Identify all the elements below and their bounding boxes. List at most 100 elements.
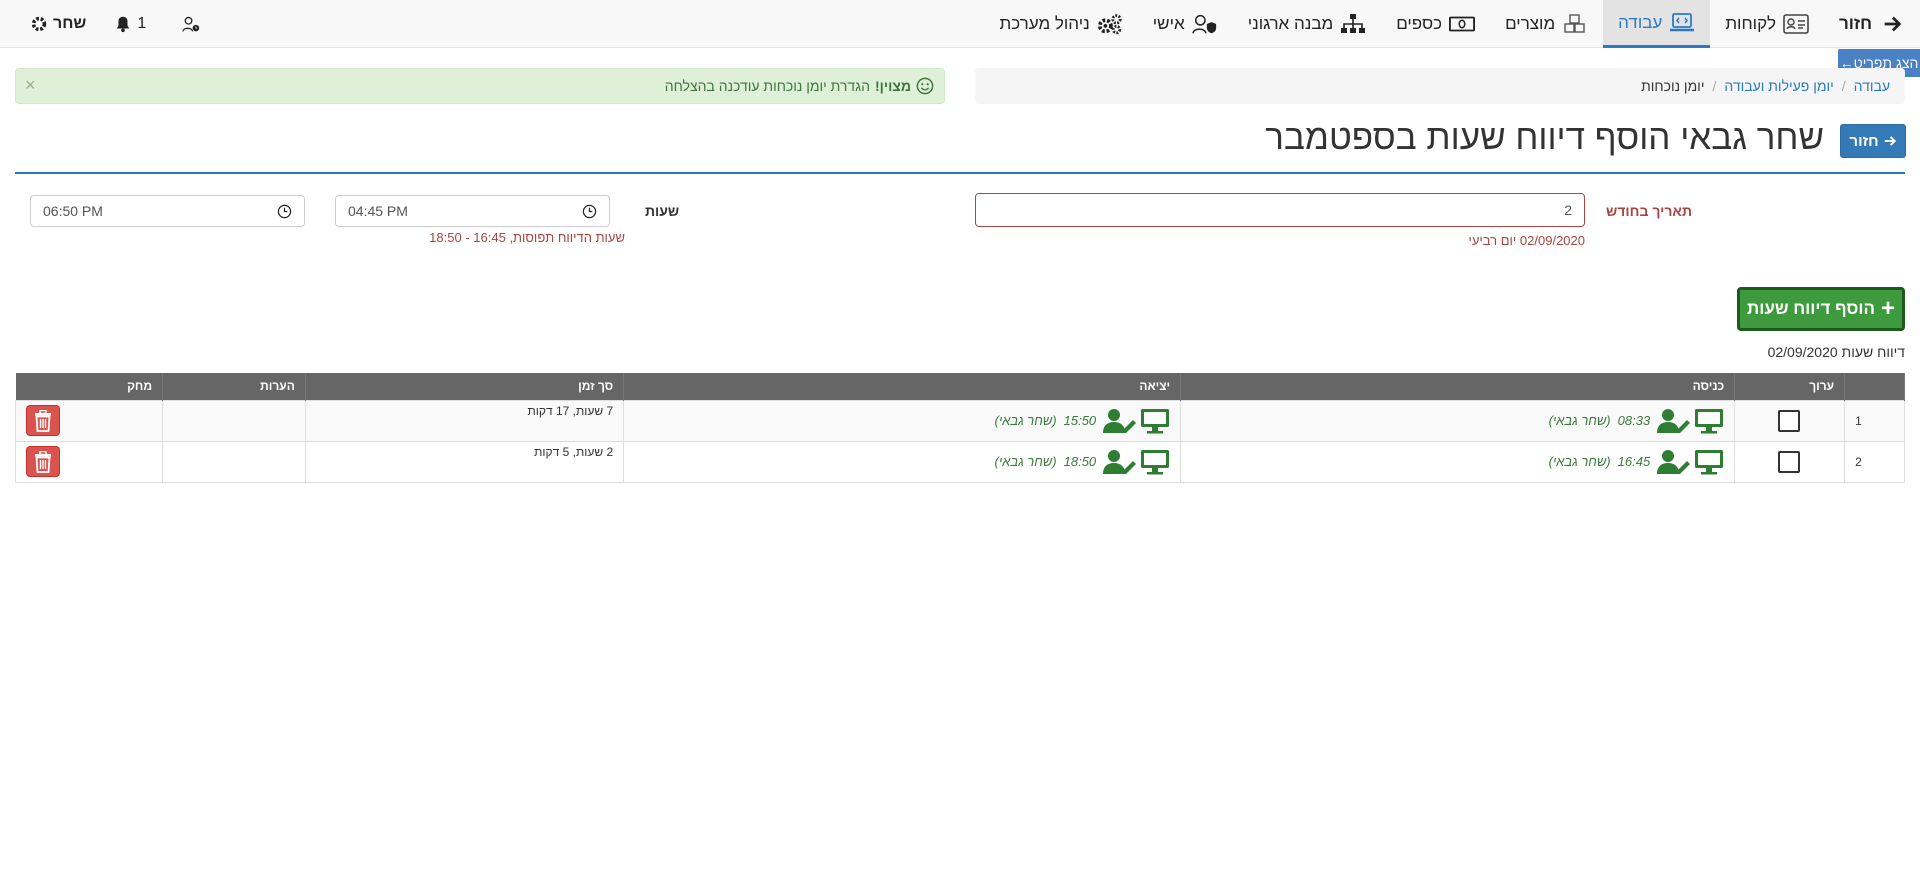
bell-icon — [117, 16, 130, 33]
total-cell: 7 שעות, 17 דקות — [304, 399, 625, 442]
gear-icon — [31, 16, 47, 32]
header-number — [1844, 373, 1905, 400]
nav-item-products[interactable]: מוצרים — [1490, 0, 1603, 48]
arrow-right-icon — [1884, 136, 1896, 146]
alert-close-button[interactable]: × — [25, 76, 36, 94]
nav-back-link[interactable]: חזור — [1824, 0, 1920, 48]
row-select-checkbox[interactable] — [1778, 409, 1801, 432]
clock-icon — [277, 204, 292, 218]
breadcrumb-separator: / — [1841, 78, 1846, 94]
user-edit-icon — [1103, 449, 1137, 474]
nav-item-org-structure[interactable]: מבנה ארגוני — [1233, 0, 1382, 48]
nav-item-customers[interactable]: לקוחות — [1710, 0, 1824, 48]
user-edit-icon — [1657, 408, 1691, 433]
add-button-label: הוסף דיווח שעות — [1747, 299, 1875, 318]
title-divider — [15, 172, 1905, 174]
delete-button[interactable] — [26, 405, 61, 436]
breadcrumb: עבודה / יומן פעילות ועבודה / יומן נוכחות — [975, 68, 1905, 104]
user-status-button[interactable] — [182, 15, 200, 33]
punch-out-user: (שחר גבאי) — [994, 454, 1057, 469]
header-total: סך זמן — [305, 373, 625, 400]
desktop-icon — [1141, 449, 1170, 474]
time-from-input[interactable]: 04:45 PM — [335, 195, 610, 227]
back-button[interactable]: חזור — [1840, 124, 1906, 158]
time-to-input[interactable]: 06:50 PM — [30, 195, 305, 227]
page-title: שחר גבאי הוסף דיווח שעות בספטמבר — [1265, 118, 1824, 157]
money-bill-icon — [1449, 16, 1476, 32]
punch-out-user: (שחר גבאי) — [994, 413, 1057, 428]
smile-icon — [916, 77, 934, 95]
report-date-label: דיווח שעות 02/09/2020 — [1767, 344, 1905, 360]
attendance-table: ערוך כניסה יציאה סך זמן הערות מחק 1 08:3… — [14, 373, 1905, 483]
arrow-right-icon — [1884, 16, 1902, 32]
edit-cell — [1734, 440, 1846, 483]
nav-item-label: אישי — [1152, 14, 1185, 33]
out-cell: 18:50 (שחר גבאי) — [623, 440, 1182, 483]
top-navbar: חזור לקוחות עבודה מוצרים כספים מבנה ארגו… — [0, 0, 1920, 48]
main-nav: חזור לקוחות עבודה מוצרים כספים מבנה ארגו… — [985, 0, 1920, 48]
nav-item-system-admin[interactable]: ניהול מערכת — [985, 0, 1138, 48]
punch-out: 18:50 (שחר גבאי) — [634, 449, 1170, 475]
total-time: 7 שעות, 17 דקות — [527, 403, 614, 418]
edit-cell — [1734, 399, 1846, 442]
date-label: תאריך בחודש — [1606, 203, 1692, 219]
nav-item-personal[interactable]: אישי — [1138, 0, 1233, 48]
header-edit: ערוך — [1734, 373, 1846, 400]
nav-item-label: כספים — [1396, 14, 1443, 33]
back-button-label: חזור — [1849, 132, 1879, 150]
nav-back-label: חזור — [1838, 14, 1872, 33]
user-name: שחר — [53, 15, 87, 32]
desktop-icon — [1141, 408, 1170, 433]
punch-out-time: 18:50 — [1063, 454, 1097, 469]
header-delete: מחק — [15, 373, 164, 400]
nav-item-label: ניהול מערכת — [999, 14, 1090, 33]
delete-button[interactable] — [26, 446, 61, 477]
in-cell: 16:45 (שחר גבאי) — [1180, 440, 1736, 483]
cogs-icon — [1097, 14, 1122, 35]
table-header-row: ערוך כניסה יציאה סך זמן הערות מחק — [15, 373, 1905, 400]
user-nav: שחר 1 — [0, 0, 200, 48]
date-in-month-input[interactable]: 2 — [975, 193, 1585, 227]
row-number: 1 — [1844, 399, 1905, 442]
user-shield-icon — [1191, 14, 1216, 34]
nav-item-finance[interactable]: כספים — [1381, 0, 1490, 48]
punch-out-time: 15:50 — [1063, 413, 1097, 428]
desktop-icon — [1695, 449, 1724, 474]
breadcrumb-work[interactable]: עבודה — [1854, 78, 1890, 94]
delete-cell — [14, 440, 164, 483]
punch-in: 16:45 (שחר גבאי) — [1191, 449, 1724, 475]
success-alert: מצוין! הגדרת יומן נוכחות עודכנה בהצלחה × — [15, 68, 945, 104]
notes-cell — [162, 399, 306, 442]
hours-label: שעות — [645, 203, 680, 219]
time-hint: שעות הדיווח תפוסות, 16:45 - 18:50 — [429, 230, 625, 245]
nav-item-label: מבנה ארגוני — [1247, 14, 1334, 33]
nav-item-label: מוצרים — [1505, 14, 1556, 33]
trash-icon — [35, 409, 52, 432]
row-select-checkbox[interactable] — [1778, 450, 1801, 473]
laptop-code-icon — [1670, 12, 1695, 31]
nav-item-label: עבודה — [1618, 12, 1663, 32]
notifications-menu[interactable]: 1 — [114, 15, 146, 33]
clock-icon — [582, 204, 597, 218]
header-notes: הערות — [162, 373, 306, 400]
time-from-value: 04:45 PM — [348, 203, 408, 219]
out-cell: 15:50 (שחר גבאי) — [623, 399, 1182, 442]
table-row: 2 16:45 (שחר גבאי) 18:50 (שחר גבאי) 2 שע… — [14, 440, 1905, 483]
notifications-count: 1 — [137, 15, 147, 32]
punch-in-time: 16:45 — [1617, 454, 1651, 469]
header-out: יציאה — [623, 373, 1182, 400]
nav-item-work[interactable]: עבודה — [1603, 0, 1711, 48]
breadcrumb-activity-log[interactable]: יומן פעילות ועבודה — [1724, 78, 1833, 94]
total-time: 2 שעות, 5 דקות — [534, 444, 614, 459]
row-number: 2 — [1844, 440, 1905, 483]
time-to-value: 06:50 PM — [43, 203, 103, 219]
user-edit-icon — [1103, 408, 1137, 433]
desktop-icon — [1695, 408, 1724, 433]
add-hours-report-button[interactable]: + הוסף דיווח שעות — [1737, 287, 1905, 331]
user-menu[interactable]: שחר — [30, 15, 86, 33]
punch-in-user: (שחר גבאי) — [1548, 413, 1611, 428]
table-row: 1 08:33 (שחר גבאי) 15:50 (שחר גבאי) 7 שע… — [14, 399, 1905, 442]
alert-text: הגדרת יומן נוכחות עודכנה בהצלחה — [664, 78, 870, 94]
date-hint: 02/09/2020 יום רביעי — [1468, 233, 1585, 248]
punch-in-time: 08:33 — [1617, 413, 1651, 428]
